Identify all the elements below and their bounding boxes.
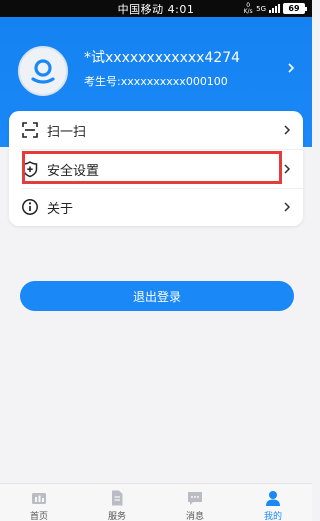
user-icon: [266, 491, 280, 506]
signal-icon: [269, 4, 280, 13]
avatar-icon: [31, 59, 55, 84]
chevron-right-icon: [284, 164, 291, 174]
menu-item-about[interactable]: 关于: [9, 188, 303, 226]
network-speed-unit: K/s: [243, 7, 253, 15]
profile-name: *试xxxxxxxxxxxx4274: [84, 50, 241, 66]
chevron-right-icon[interactable]: [285, 62, 297, 74]
chevron-right-icon: [284, 202, 291, 212]
scan-icon: [22, 122, 38, 138]
menu-item-label: 扫一扫: [47, 124, 87, 140]
highlight-box: [22, 151, 282, 184]
tab-label: 消息: [185, 512, 204, 521]
chevron-right-icon: [284, 125, 291, 135]
tab-service[interactable]: 服务: [78, 487, 156, 521]
status-bar: 中国移动 4:01 0 K/s 5G 69: [0, 0, 312, 17]
info-icon: [22, 199, 38, 215]
network-speed: 0 K/s: [243, 2, 253, 15]
tab-label: 首页: [29, 512, 48, 521]
screen: 中国移动 4:01 0 K/s 5G 69 *试xxxxxxxxxxxx4274…: [0, 0, 312, 521]
tab-mine[interactable]: 我的: [234, 487, 312, 521]
network-type: 5G: [256, 4, 266, 13]
tab-label: 我的: [263, 512, 282, 521]
menu-item-label: 关于: [47, 201, 74, 217]
avatar[interactable]: [18, 46, 68, 96]
battery-icon: 69: [283, 3, 307, 14]
tab-label: 服务: [107, 512, 126, 521]
service-icon: [112, 490, 123, 506]
tab-messages[interactable]: 消息: [156, 487, 234, 521]
message-icon: [188, 492, 202, 505]
student-id: 考生号:xxxxxxxxxx000100: [84, 73, 228, 89]
student-id-label: 考生号:: [84, 75, 121, 88]
battery-level: 69: [288, 4, 300, 13]
bottom-nav: 首页 服务 消息 我的: [0, 483, 312, 521]
tab-home[interactable]: 首页: [0, 487, 78, 521]
home-icon: [32, 493, 46, 504]
logout-button[interactable]: 退出登录: [20, 281, 294, 311]
status-right: 0 K/s 5G 69: [243, 2, 307, 15]
student-id-value: xxxxxxxxxx000100: [120, 75, 228, 88]
menu-item-scan[interactable]: 扫一扫: [9, 111, 303, 149]
